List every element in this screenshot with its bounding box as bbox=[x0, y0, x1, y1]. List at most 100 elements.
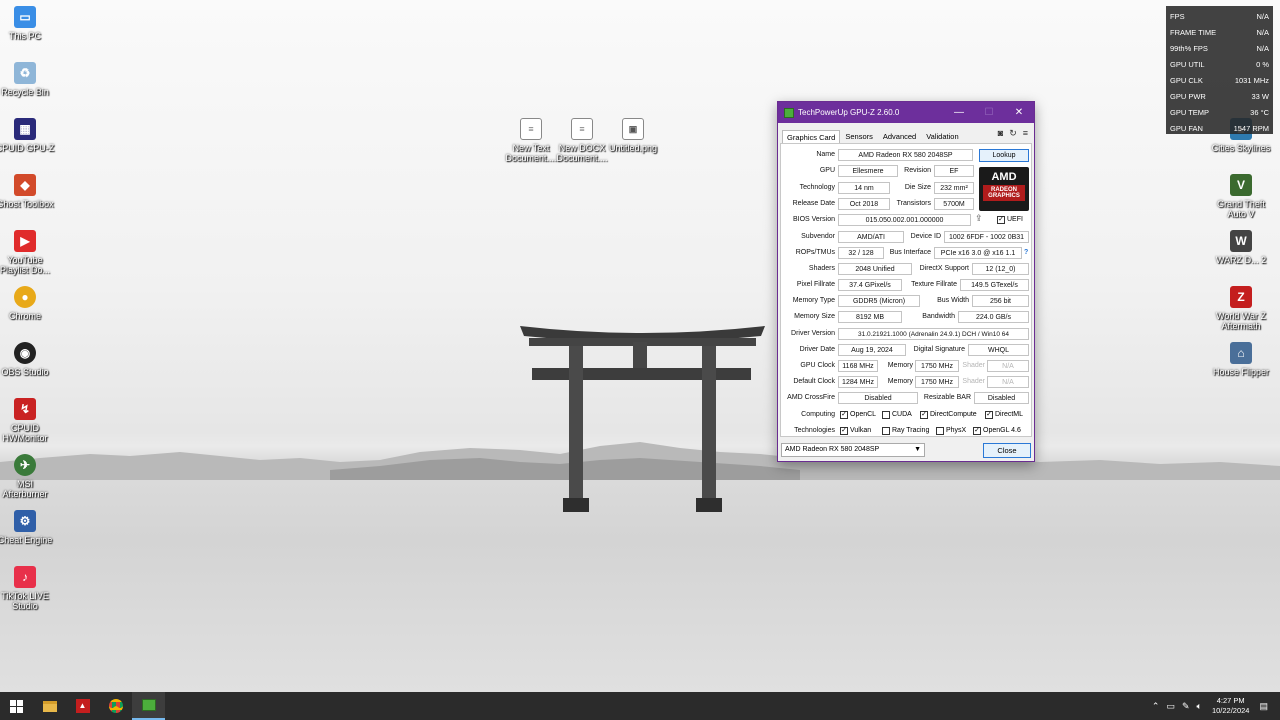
chevron-up-icon[interactable]: ⌃ bbox=[1152, 701, 1160, 712]
desktop-icon-world-war-z[interactable]: Z World War Z Aftermath bbox=[1211, 286, 1271, 331]
row-crossfire: AMD CrossFire Disabled Resizable BAR Dis… bbox=[781, 391, 1033, 405]
performance-overlay: FPS N/A FRAME TIME N/A 99th% FPS N/A GPU UT… bbox=[1166, 6, 1273, 134]
desktop-icon-afterburner[interactable]: ✈ MSI Afterburner bbox=[0, 454, 55, 499]
tab-sensors[interactable]: Sensors bbox=[840, 129, 878, 144]
osd-row: GPU PWR 33 W bbox=[1170, 92, 1269, 101]
osd-row: FRAME TIME N/A bbox=[1170, 28, 1269, 37]
close-button[interactable]: Close bbox=[983, 443, 1031, 458]
desktop-icon-tiktok-live[interactable]: ♪ TikTok LIVE Studio bbox=[0, 566, 55, 611]
wwz-icon: Z bbox=[1230, 286, 1252, 308]
cuda-checkbox: CUDA bbox=[882, 410, 912, 420]
youtube-icon: ▶ bbox=[14, 230, 36, 252]
image-file-icon: ▣ bbox=[622, 118, 644, 140]
docx-file-icon: ≡ bbox=[571, 118, 593, 140]
start-button[interactable] bbox=[0, 692, 33, 720]
desktop-icon-obs[interactable]: ◉ OBS Studio bbox=[0, 342, 55, 377]
gta-icon: V bbox=[1230, 174, 1252, 196]
osd-row: FPS N/A bbox=[1170, 12, 1269, 21]
osd-row: 99th% FPS N/A bbox=[1170, 44, 1269, 53]
physx-checkbox: PhysX bbox=[936, 426, 966, 436]
obs-icon: ◉ bbox=[14, 342, 36, 364]
directcompute-checkbox: ✓ DirectCompute bbox=[920, 411, 977, 419]
osd-row: GPU FAN 1547 RPM bbox=[1170, 124, 1269, 133]
gpuz-window: TechPowerUp GPU-Z 2.60.0 — ☐ ✕ Graphics … bbox=[777, 101, 1035, 462]
clock[interactable]: 4:27 PM 10/22/2024 bbox=[1212, 696, 1250, 716]
gpu-name-field: AMD Radeon RX 580 2048SP bbox=[838, 149, 973, 161]
lookup-button[interactable]: Lookup bbox=[979, 149, 1029, 162]
checkbox-unchecked-icon bbox=[882, 411, 890, 419]
close-icon[interactable]: ✕ bbox=[1004, 107, 1034, 118]
amd-radeon-logo: AMD RADEON GRAPHICS bbox=[979, 167, 1029, 211]
osd-row: GPU UTIL 0 % bbox=[1170, 60, 1269, 69]
checkbox-checked-icon: ✓ bbox=[985, 411, 993, 419]
row-default-clock: Default Clock 1284 MHz Memory 1750 MHz S… bbox=[781, 375, 1033, 389]
tab-advanced[interactable]: Advanced bbox=[878, 129, 921, 144]
row-technologies: Technologies ✓ Vulkan Ray Tracing PhysX ✓… bbox=[794, 426, 1021, 436]
taskbar: ▲ ⌃ ▭ ✎ 🔈︎ 4:27 PM 10/22/2024 ▤ bbox=[0, 692, 1280, 720]
checkbox-unchecked-icon bbox=[936, 427, 944, 435]
windows-icon bbox=[10, 699, 23, 713]
row-gpu-clock: GPU Clock 1168 MHz Memory 1750 MHz Shade… bbox=[781, 359, 1033, 373]
uefi-checkbox: ✓ UEFI bbox=[997, 216, 1023, 224]
directml-checkbox: ✓ DirectML bbox=[985, 411, 1024, 419]
desktop-icon-this-pc[interactable]: ▭ This PC bbox=[0, 6, 55, 41]
desktop-icon-cheat-engine[interactable]: ⚙ Cheat Engine bbox=[0, 510, 55, 545]
camera-icon[interactable]: ◙ bbox=[998, 128, 1003, 139]
folder-icon bbox=[42, 700, 57, 712]
menu-icon[interactable]: ≡ bbox=[1023, 128, 1028, 139]
maximize-icon[interactable]: ☐ bbox=[974, 107, 1004, 118]
wallpaper-torii-gate bbox=[520, 326, 765, 512]
chrome-icon: ● bbox=[14, 286, 36, 308]
desktop-icon-ghost-toolbox[interactable]: ◆ Ghost Toolbox bbox=[0, 174, 55, 209]
checkbox-checked-icon: ✓ bbox=[997, 216, 1005, 224]
recycle-bin-icon: ♻ bbox=[14, 62, 36, 84]
gpuz-titlebar[interactable]: TechPowerUp GPU-Z 2.60.0 — ☐ ✕ bbox=[778, 102, 1034, 123]
tab-graphics-card[interactable]: Graphics Card bbox=[782, 130, 841, 144]
desktop-icon-house-flipper[interactable]: ⌂ House Flipper bbox=[1211, 342, 1271, 377]
taskbar-amd-software[interactable]: ▲ bbox=[66, 692, 99, 720]
desktop-icon-chrome[interactable]: ● Chrome bbox=[0, 286, 55, 321]
desktop-icon-recycle-bin[interactable]: ♻ Recycle Bin bbox=[0, 62, 55, 97]
checkbox-checked-icon: ✓ bbox=[840, 427, 848, 435]
row-shaders: Shaders 2048 Unified DirectX Support 12 … bbox=[781, 262, 1033, 276]
row-driver-version: Driver Version 31.0.21921.1000 (Adrenali… bbox=[781, 327, 1033, 341]
row-name: Name AMD Radeon RX 580 2048SP Lookup bbox=[781, 148, 1033, 162]
pen-icon[interactable]: ✎ bbox=[1182, 701, 1190, 712]
share-icon[interactable]: ⇪ bbox=[975, 213, 983, 224]
desktop-icon-youtube-playlist[interactable]: ▶ YouTube Playlist Do... bbox=[0, 230, 55, 275]
desktop-icon-untitled-png[interactable]: ▣ Untitled.png bbox=[603, 118, 663, 153]
refresh-icon[interactable]: ↻ bbox=[1009, 128, 1017, 139]
notification-icon[interactable]: ▤ bbox=[1259, 701, 1268, 712]
afterburner-icon: ✈ bbox=[14, 454, 36, 476]
tiktok-icon: ♪ bbox=[14, 566, 36, 588]
opengl-checkbox: ✓ OpenGL 4.6 bbox=[973, 427, 1021, 435]
taskbar-file-explorer[interactable] bbox=[33, 692, 66, 720]
row-computing: Computing ✓ OpenCL CUDA ✓ DirectCompute ✓ D… bbox=[801, 410, 1024, 420]
desktop-icon-gpuz[interactable]: ▦ CPUID GPU-Z bbox=[0, 118, 55, 153]
opencl-checkbox: ✓ OpenCL bbox=[840, 411, 877, 419]
desktop: ▭ This PC ♻ Recycle Bin ▦ CPUID GPU-Z ◆ … bbox=[0, 0, 1280, 692]
tab-validation[interactable]: Validation bbox=[921, 129, 963, 144]
minimize-icon[interactable]: — bbox=[944, 107, 974, 118]
network-icon[interactable]: ▭ bbox=[1166, 701, 1175, 712]
tab-tools: ◙ ↻ ≡ bbox=[998, 128, 1028, 139]
bus-help-icon[interactable]: ? bbox=[1024, 246, 1028, 260]
row-subvendor: Subvendor AMD/ATI Device ID 1002 6FDF - … bbox=[781, 230, 1033, 244]
gpuz-icon bbox=[141, 699, 156, 711]
amd-icon: ▲ bbox=[75, 699, 90, 713]
row-memory-type: Memory Type GDDR5 (Micron) Bus Width 256… bbox=[781, 294, 1033, 308]
chrome-icon bbox=[108, 699, 123, 713]
desktop-icon-gta-v[interactable]: V Grand Theft Auto V bbox=[1211, 174, 1271, 219]
taskbar-gpuz[interactable] bbox=[132, 692, 165, 720]
warz-icon: W bbox=[1230, 230, 1252, 252]
desktop-icon-hwmonitor[interactable]: ↯ CPUID HWMonitor bbox=[0, 398, 55, 443]
taskbar-chrome[interactable] bbox=[99, 692, 132, 720]
gpuz-app-icon bbox=[784, 107, 794, 118]
row-bios: BIOS Version 015.050.002.001.000000 ⇪ ✓ … bbox=[792, 213, 1023, 226]
desktop-icon-warz[interactable]: W WARZ D... 2 bbox=[1211, 230, 1271, 265]
window-title: TechPowerUp GPU-Z 2.60.0 bbox=[798, 108, 900, 117]
gpu-select-dropdown[interactable]: AMD Radeon RX 580 2048SP ▼ bbox=[781, 443, 925, 457]
row-rops: ROPs/TMUs 32 / 128 Bus Interface PCIe x1… bbox=[781, 246, 1033, 260]
volume-icon[interactable]: 🔈︎ bbox=[1197, 701, 1202, 712]
house-flipper-icon: ⌂ bbox=[1230, 342, 1252, 364]
